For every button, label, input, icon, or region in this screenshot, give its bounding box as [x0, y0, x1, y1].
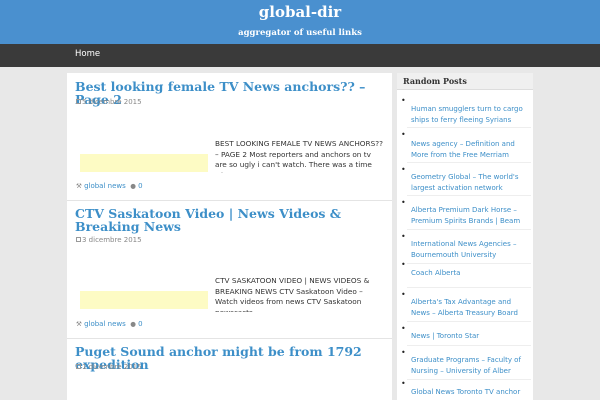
post-date: 1 dicembre 2015	[76, 363, 142, 371]
calendar-icon	[76, 99, 81, 104]
bullet-icon: •	[401, 379, 406, 388]
post-meta: ⚒ global news ● 0	[76, 182, 143, 190]
bullet-icon: •	[401, 96, 406, 105]
list-separator	[407, 229, 531, 230]
site-header: global-dir aggregator of useful links	[0, 0, 600, 44]
bullet-icon: •	[401, 232, 406, 241]
sidebar: Random Posts • Human smugglers turn to c…	[397, 73, 533, 400]
post-comments-link[interactable]: 0	[138, 182, 142, 190]
comment-icon: ●	[130, 182, 136, 190]
random-post-link[interactable]: International News Agencies – Bournemout…	[411, 239, 531, 260]
post-comments-link[interactable]: 0	[138, 320, 142, 328]
post-category-link[interactable]: global news	[84, 320, 126, 328]
random-post-link[interactable]: Human smugglers turn to cargo ships to f…	[411, 104, 531, 125]
random-post-link[interactable]: Geometry Global – The world's largest ac…	[411, 172, 531, 193]
site-title[interactable]: global-dir	[0, 3, 600, 21]
bullet-icon: •	[401, 165, 406, 174]
post-excerpt: CTV SASKATOON VIDEO | NEWS VIDEOS & BREA…	[215, 276, 370, 312]
post-thumbnail[interactable]	[80, 291, 208, 309]
post-meta: ⚒ global news ● 0	[76, 320, 143, 328]
list-separator	[407, 127, 531, 128]
post-date-text: 1 dicembre 2015	[82, 363, 142, 371]
post-divider	[67, 338, 392, 339]
post-divider	[67, 200, 392, 201]
random-post-link[interactable]: Alberta's Tax Advantage and News – Alber…	[411, 297, 531, 318]
list-separator	[407, 379, 531, 380]
list-separator	[407, 263, 531, 264]
random-post-link[interactable]: Global News Toronto TV anchor	[411, 387, 531, 398]
comment-icon: ●	[130, 320, 136, 328]
widget-title: Random Posts	[397, 73, 533, 90]
nav-home-link[interactable]: Home	[75, 49, 100, 59]
list-separator	[407, 162, 531, 163]
list-separator	[407, 321, 531, 322]
post-excerpt: BEST LOOKING FEMALE TV NEWS ANCHORS?? – …	[215, 139, 383, 173]
tag-icon: ⚒	[76, 182, 82, 190]
bullet-icon: •	[401, 130, 406, 139]
tag-icon: ⚒	[76, 320, 82, 328]
calendar-icon	[76, 364, 81, 369]
post-thumbnail[interactable]	[80, 154, 208, 172]
list-separator	[407, 345, 531, 346]
post-category-link[interactable]: global news	[84, 182, 126, 190]
post-list: Best looking female TV News anchors?? – …	[67, 73, 392, 400]
list-separator	[407, 195, 531, 196]
post-title[interactable]: CTV Saskatoon Video | News Videos & Brea…	[75, 207, 385, 233]
site-description: aggregator of useful links	[238, 28, 362, 38]
random-post-link[interactable]: News | Toronto Star	[411, 331, 531, 342]
post-date-text: 3 dicembre 2015	[82, 236, 142, 244]
bullet-icon: •	[401, 260, 406, 269]
random-post-link[interactable]: Coach Alberta	[411, 268, 531, 279]
random-post-link[interactable]: Alberta Premium Dark Horse – Premium Spi…	[411, 205, 531, 226]
calendar-icon	[76, 237, 81, 242]
bullet-icon: •	[401, 324, 406, 333]
list-separator	[407, 287, 531, 288]
post-date-text: 5 dicembre 2015	[82, 98, 142, 106]
post-date: 3 dicembre 2015	[76, 236, 142, 244]
random-post-link[interactable]: Graduate Programs – Faculty of Nursing –…	[411, 355, 531, 376]
bullet-icon: •	[401, 290, 406, 299]
random-post-link[interactable]: News agency – Definition and More from t…	[411, 139, 531, 160]
post-date: 5 dicembre 2015	[76, 98, 142, 106]
bullet-icon: •	[401, 198, 406, 207]
bullet-icon: •	[401, 348, 406, 357]
main-navigation: Home	[0, 44, 600, 67]
